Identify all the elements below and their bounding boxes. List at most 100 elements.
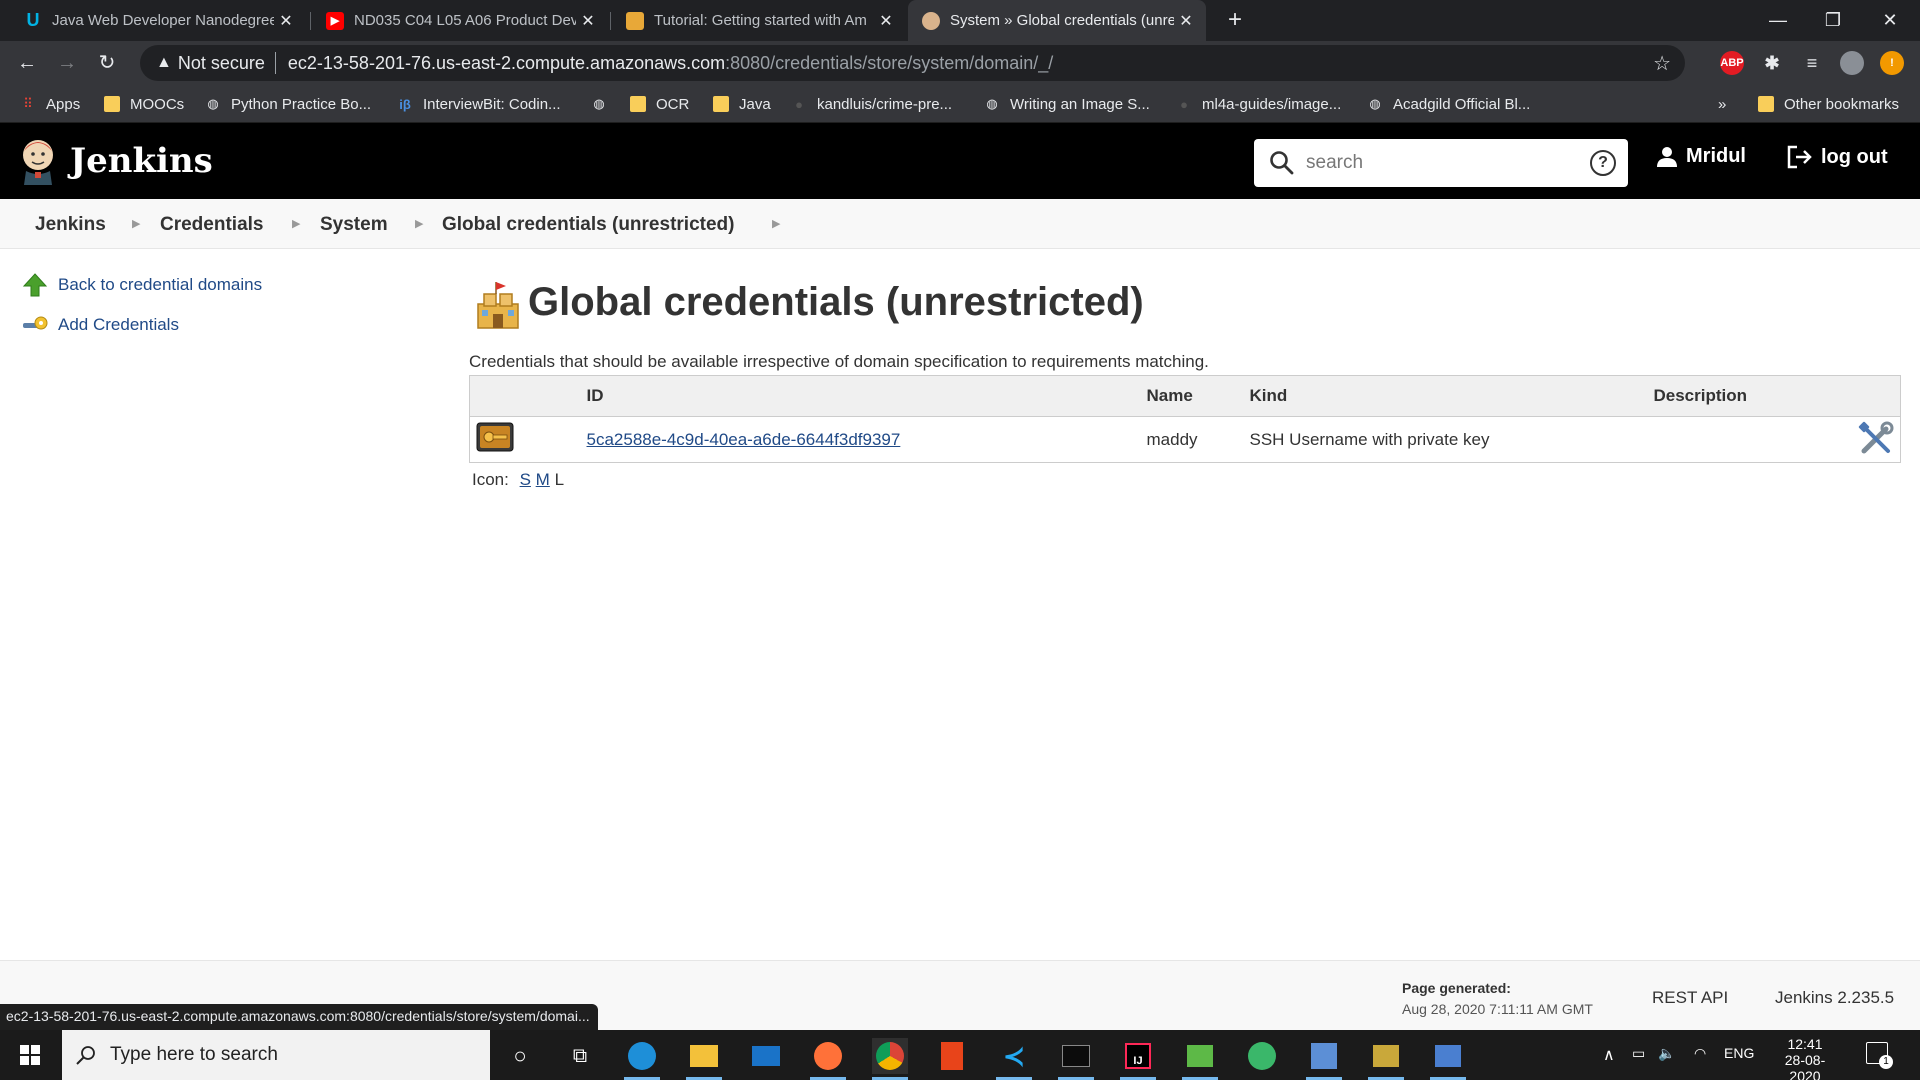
- adblock-icon[interactable]: ABP: [1720, 51, 1744, 75]
- intellij-icon[interactable]: IJ: [1120, 1038, 1156, 1074]
- bookmark-apps[interactable]: ⠿ Apps: [20, 85, 80, 123]
- close-tab-icon[interactable]: ✕: [274, 11, 298, 31]
- configure-tools-icon[interactable]: [1858, 421, 1894, 457]
- edge-icon[interactable]: [624, 1038, 660, 1074]
- network-adapter-icon[interactable]: [1368, 1038, 1404, 1074]
- credential-id-link[interactable]: 5ca2588e-4c9d-40ea-a6de-6644f3df9397: [587, 430, 901, 449]
- minimize-button[interactable]: —: [1748, 0, 1808, 41]
- bookmark-interviewbit[interactable]: iβ InterviewBit: Codin...: [397, 85, 560, 123]
- breadcrumb-chevron-icon[interactable]: ▶: [415, 217, 423, 230]
- vscode-icon[interactable]: ≺: [996, 1038, 1032, 1074]
- firefox-icon[interactable]: [810, 1038, 846, 1074]
- add-credentials-link[interactable]: Add Credentials: [22, 312, 179, 338]
- breadcrumb-system[interactable]: System: [320, 214, 388, 236]
- address-bar[interactable]: ▲ Not secure ec2-13-58-201-76.us-east-2.…: [140, 45, 1685, 81]
- bookmark-crime-pre[interactable]: ● kandluis/crime-pre...: [791, 85, 952, 123]
- tab-youtube-video[interactable]: ▶ ND035 C04 L05 A06 Product Dev ✕: [312, 0, 608, 41]
- id-column-header[interactable]: ID: [586, 375, 1147, 417]
- bookmark-writing-image[interactable]: ◍ Writing an Image S...: [984, 85, 1149, 123]
- tab-jenkins-credentials[interactable]: System » Global credentials (unre ✕: [908, 0, 1206, 41]
- telegram-icon[interactable]: [1244, 1038, 1280, 1074]
- profile-avatar[interactable]: [1840, 51, 1864, 75]
- bookmark-ocr[interactable]: OCR: [630, 85, 689, 123]
- volume-icon[interactable]: 🔈: [1658, 1045, 1675, 1062]
- icon-size-small-link[interactable]: S: [520, 470, 531, 489]
- image-viewer-icon[interactable]: [1182, 1038, 1218, 1074]
- mail-icon[interactable]: [748, 1038, 784, 1074]
- bookmark-other-bookmarks[interactable]: Other bookmarks: [1758, 85, 1899, 123]
- tray-overflow-icon[interactable]: ∧: [1603, 1045, 1615, 1065]
- browser-toolbar: ← → ↻ ▲ Not secure ec2-13-58-201-76.us-e…: [0, 41, 1920, 85]
- close-window-button[interactable]: ✕: [1860, 0, 1920, 41]
- bookmark-globe[interactable]: ◍: [591, 85, 617, 123]
- forward-button[interactable]: →: [52, 48, 82, 78]
- reload-button[interactable]: ↻: [92, 48, 122, 78]
- logout-link[interactable]: log out: [1787, 145, 1888, 169]
- breadcrumb-chevron-icon[interactable]: ▶: [292, 217, 300, 230]
- kind-column-header[interactable]: Kind: [1249, 375, 1654, 417]
- breadcrumb-chevron-icon[interactable]: ▶: [772, 217, 780, 230]
- clock[interactable]: 12:41 28-08-2020: [1770, 1036, 1840, 1084]
- user-icon: [1657, 146, 1677, 167]
- icon-size-medium-link[interactable]: M: [536, 470, 550, 489]
- credential-id-cell: 5ca2588e-4c9d-40ea-a6de-6644f3df9397: [587, 417, 1147, 463]
- rest-api-link[interactable]: REST API: [1652, 988, 1728, 1008]
- windows-start-icon[interactable]: [20, 1045, 40, 1065]
- help-icon[interactable]: ?: [1590, 150, 1616, 176]
- breadcrumb-chevron-icon[interactable]: ▶: [132, 217, 140, 230]
- search-input[interactable]: [1306, 149, 1576, 177]
- breadcrumb-credentials[interactable]: Credentials: [160, 214, 263, 236]
- jenkins-logo-icon[interactable]: [18, 137, 58, 185]
- wifi-icon[interactable]: ◠: [1694, 1045, 1706, 1062]
- battery-icon[interactable]: ▭: [1632, 1045, 1645, 1062]
- description-column-header[interactable]: Description: [1653, 375, 1844, 417]
- cortana-icon[interactable]: ○: [502, 1038, 538, 1074]
- udacity-icon: U: [26, 10, 40, 30]
- tab-aws-tutorial[interactable]: Tutorial: Getting started with Am ✕: [612, 0, 906, 41]
- breadcrumb-global-credentials[interactable]: Global credentials (unrestricted): [442, 214, 734, 236]
- clock-time: 12:41: [1787, 1036, 1823, 1052]
- jenkins-brand[interactable]: Jenkins: [70, 141, 213, 181]
- bookmarks-overflow-button[interactable]: »: [1718, 85, 1726, 123]
- close-tab-icon[interactable]: ✕: [874, 11, 898, 31]
- user-link[interactable]: Mridul: [1656, 145, 1746, 168]
- icon-size-large-selected: L: [554, 470, 565, 489]
- reading-list-icon[interactable]: ≡: [1800, 51, 1824, 75]
- bookmark-ml4a-guides[interactable]: ● ml4a-guides/image...: [1176, 85, 1341, 123]
- bookmark-moocs[interactable]: MOOCs: [104, 85, 184, 123]
- restore-button[interactable]: ❐: [1803, 0, 1863, 41]
- bookmark-label: kandluis/crime-pre...: [817, 95, 953, 113]
- close-tab-icon[interactable]: ✕: [1174, 11, 1198, 31]
- chrome-icon[interactable]: [872, 1038, 908, 1074]
- breadcrumb: Jenkins ▶ Credentials ▶ System ▶ Global …: [0, 199, 1920, 249]
- tab-java-web-developer[interactable]: U Java Web Developer Nanodegree ✕: [10, 0, 306, 41]
- page-title: Global credentials (unrestricted): [528, 280, 1144, 324]
- close-tab-icon[interactable]: ✕: [576, 11, 600, 31]
- network-tool-icon[interactable]: [1306, 1038, 1342, 1074]
- extensions-icon[interactable]: ✱: [1760, 51, 1784, 75]
- taskbar-search-box[interactable]: Type here to search: [62, 1030, 490, 1080]
- search-icon: [76, 1046, 95, 1065]
- notification-center-icon[interactable]: 1: [1866, 1042, 1893, 1069]
- language-indicator[interactable]: ENG: [1724, 1045, 1754, 1061]
- task-view-icon[interactable]: ⧉: [562, 1038, 598, 1074]
- name-column-header[interactable]: Name: [1146, 375, 1250, 417]
- search-icon: [1270, 151, 1294, 175]
- bookmark-star-icon[interactable]: ☆: [1653, 51, 1671, 76]
- office-icon[interactable]: [934, 1038, 970, 1074]
- breadcrumb-jenkins[interactable]: Jenkins: [35, 214, 106, 236]
- terminal-icon[interactable]: [1058, 1038, 1094, 1074]
- bookmark-java[interactable]: Java: [713, 85, 771, 123]
- new-tab-button[interactable]: +: [1220, 6, 1250, 36]
- bookmark-python-practice[interactable]: ◍ Python Practice Bo...: [205, 85, 371, 123]
- file-explorer-icon[interactable]: [686, 1038, 722, 1074]
- table-header-row: ID Name Kind Description: [469, 375, 1901, 417]
- youtube-icon: ▶: [326, 11, 344, 30]
- interviewbit-icon: iβ: [399, 96, 411, 112]
- bookmark-acadgild[interactable]: ◍ Acadgild Official Bl...: [1367, 85, 1530, 123]
- jenkins-version-link[interactable]: Jenkins 2.235.5: [1775, 988, 1894, 1008]
- update-alert-icon[interactable]: !: [1880, 51, 1904, 75]
- remote-desktop-icon[interactable]: [1430, 1038, 1466, 1074]
- back-button[interactable]: ←: [12, 48, 42, 78]
- back-to-credential-domains-link[interactable]: Back to credential domains: [22, 272, 262, 298]
